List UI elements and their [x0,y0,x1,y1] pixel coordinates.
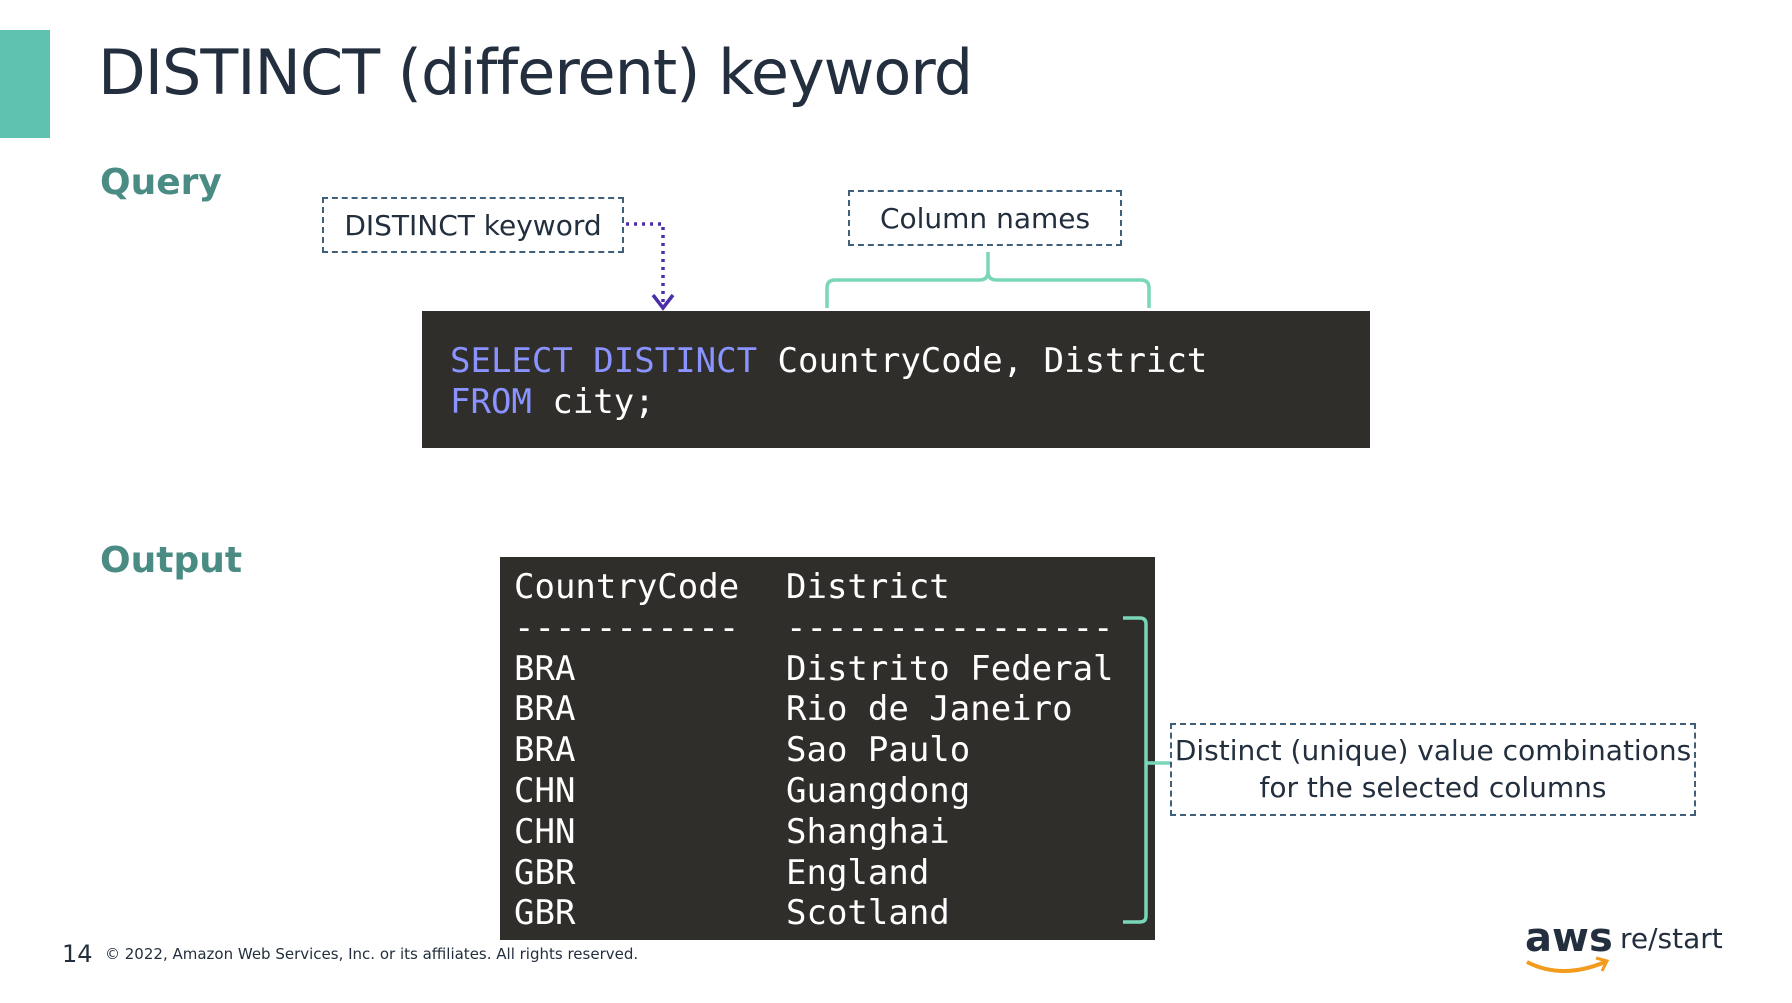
restart-logo-text: re/start [1620,922,1723,955]
annotation-lines [626,222,1610,973]
aws-logo: aws [1525,915,1613,961]
column-bracket [825,252,1151,308]
dotted-arrow [626,222,665,302]
copyright: © 2022, Amazon Web Services, Inc. or its… [105,945,639,963]
output-bracket [1123,616,1170,924]
page-number: 14 [62,940,93,968]
aws-smile-icon [1526,960,1606,973]
